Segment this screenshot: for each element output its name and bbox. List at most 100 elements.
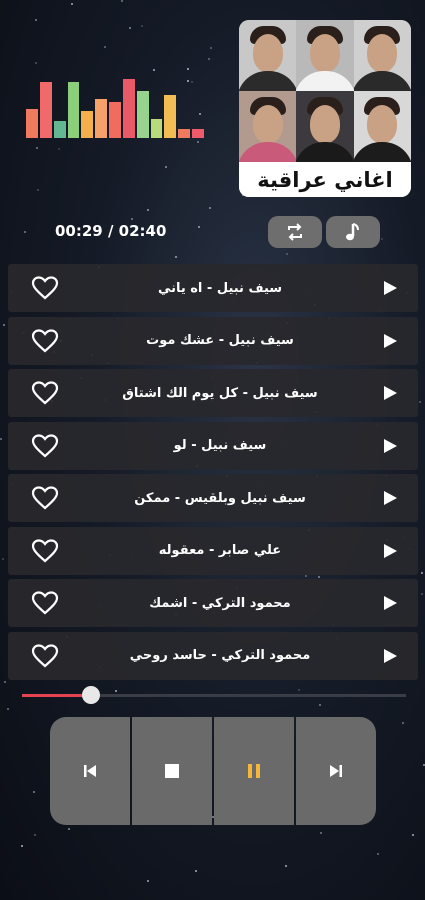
song-title: سيف نبيل وبلقيس - ممكن [134,490,306,506]
pause-button[interactable] [214,717,294,825]
album-photo-grid [239,20,411,162]
song-row[interactable]: سيف نبيل - كل يوم الك اشتاق [8,369,418,417]
equalizer-bar [81,111,94,138]
equalizer-bar [109,102,121,138]
star [284,864,287,867]
heart-icon[interactable] [30,273,60,303]
star [3,680,6,683]
star [58,148,61,151]
star [21,845,24,848]
play-icon[interactable] [380,593,400,613]
song-row[interactable]: سيف نبيل - عشك موت [8,316,418,365]
star [67,828,70,831]
star [2,323,5,326]
stop-icon [165,764,179,778]
play-icon[interactable] [380,541,400,561]
seek-thumb[interactable] [82,686,101,704]
star [129,26,132,29]
pause-icon [248,764,260,778]
album-title: اغاني عراقية [239,162,411,197]
star [380,238,383,241]
artist-photo [296,20,354,91]
play-icon[interactable] [380,383,400,403]
star [1,557,4,560]
heart-icon[interactable] [30,483,60,513]
seek-bar[interactable] [22,686,406,704]
equalizer-bar [178,129,191,138]
equalizer-bar [164,94,177,138]
stop-button[interactable] [132,717,212,825]
song-title: سيف نبيل - كل يوم الك اشتاق [122,385,318,401]
star [194,870,197,873]
music-note-icon [346,223,359,241]
heart-icon[interactable] [30,378,60,408]
equalizer-bar [122,79,135,138]
star [152,69,155,72]
star [297,689,300,692]
song-row[interactable]: سيف نبيل - لو [8,421,418,470]
heart-icon[interactable] [30,326,60,356]
artist-photo [296,91,354,162]
repeat-icon [288,223,302,241]
equalizer-bar [67,82,80,138]
star [187,67,190,70]
equalizer-bar [26,109,38,138]
play-icon[interactable] [380,488,400,508]
equalizer-visualizer [26,78,204,138]
star [320,832,323,835]
star [209,46,212,49]
star [71,2,74,5]
song-list: سيف نبيل - اه ياني سيف نبيل - عشك موت سيف … [8,264,418,684]
star [36,146,39,149]
heart-icon[interactable] [30,588,60,618]
star [146,208,149,211]
equalizer-bar [95,99,108,138]
time-display: 00:29 / 02:40 [55,222,167,240]
star [376,853,379,856]
song-row[interactable]: سيف نبيل - اه ياني [8,264,418,312]
previous-button[interactable] [50,717,130,825]
repeat-button[interactable] [268,216,322,248]
song-row[interactable]: سيف نبيل وبلقيس - ممكن [8,474,418,522]
star [131,218,134,221]
star [420,592,423,595]
song-title: محمود التركي - حاسد روحي [129,648,311,663]
playback-controls [50,717,376,825]
play-icon[interactable] [380,646,400,666]
star [34,18,37,21]
song-row[interactable]: محمود التركي - اشمك [8,579,418,627]
song-row[interactable]: محمود التركي - حاسد روحي [8,631,418,680]
star [174,255,177,258]
star [33,790,36,793]
heart-icon[interactable] [30,536,60,566]
star [103,45,106,48]
star [197,226,200,229]
star [35,61,38,64]
music-library-button[interactable] [326,216,380,248]
song-title: سيف نبيل - عشك موت [146,333,294,348]
star [209,206,212,209]
song-row[interactable]: علي صابر - معقوله [8,526,418,575]
song-title: علي صابر - معقوله [158,543,282,558]
star [165,165,168,168]
play-icon[interactable] [380,278,400,298]
heart-icon[interactable] [30,641,60,671]
star [418,401,421,404]
star [319,704,322,707]
star [147,879,150,882]
star [24,231,27,234]
next-button[interactable] [296,717,376,825]
equalizer-bar [136,91,149,138]
seek-progress [22,694,92,697]
star [422,763,425,766]
heart-icon[interactable] [30,431,60,461]
star [402,722,405,725]
star [33,833,36,836]
song-title: محمود التركي - اشمك [149,595,291,611]
star [36,189,39,192]
play-icon[interactable] [380,331,400,351]
song-title: سيف نبيل - اه ياني [157,280,283,296]
artist-photo [239,20,297,91]
album-art: اغاني عراقية [239,20,411,197]
play-icon[interactable] [380,436,400,456]
